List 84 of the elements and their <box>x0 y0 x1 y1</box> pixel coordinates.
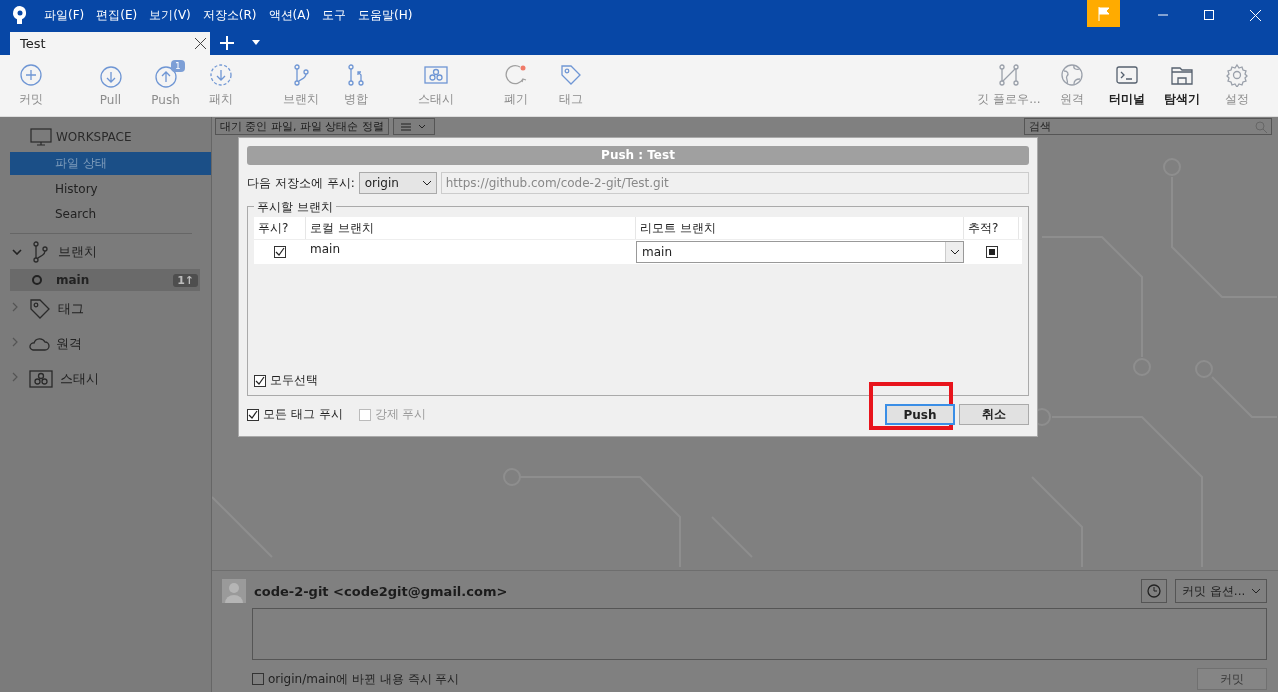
filter-dropdown[interactable]: 대기 중인 파일, 파일 상태순 정렬 <box>215 118 389 135</box>
track-checkbox[interactable] <box>985 246 998 258</box>
patch-icon <box>208 63 233 87</box>
checkbox[interactable] <box>252 673 264 685</box>
sidebar-section[interactable]: 브랜치 <box>58 242 97 261</box>
upload-icon <box>153 64 178 89</box>
toolbar-button[interactable]: 설정 <box>1209 55 1264 116</box>
sidebar-section[interactable]: 원격 <box>56 334 82 353</box>
toolbar-button[interactable]: 깃 플로우... <box>974 55 1044 116</box>
sidebar-item[interactable]: History <box>10 177 211 200</box>
column-header: 리모트 브랜치 <box>636 217 964 239</box>
commit-message-field[interactable] <box>252 608 1267 660</box>
menu-item[interactable]: 파일(F) <box>44 6 85 24</box>
menu-item[interactable]: 액션(A) <box>268 6 311 24</box>
history-button[interactable] <box>1141 579 1167 603</box>
dialog-title: Push : Test <box>247 146 1029 165</box>
clock-icon <box>1147 584 1161 598</box>
toolbar-button[interactable]: 폐기 <box>488 55 543 116</box>
toolbar-button[interactable]: 터미널 <box>1099 55 1154 116</box>
tab[interactable]: Test <box>10 32 210 55</box>
count-badge: 1 <box>171 60 185 72</box>
add-tab-icon[interactable] <box>220 35 234 50</box>
toolbar-button[interactable]: 병합 <box>328 55 383 116</box>
commit-options-dropdown[interactable]: 커밋 옵션... <box>1175 579 1267 603</box>
checkbox-label: 강제 푸시 <box>374 406 427 423</box>
search-field[interactable]: 검색 <box>1024 118 1272 135</box>
toolbar-button[interactable]: 커밋 <box>3 55 58 116</box>
section-header: WORKSPACE <box>56 130 132 144</box>
sidebar-item[interactable]: Search <box>10 202 211 225</box>
toolbar-button[interactable]: Pull <box>83 55 138 116</box>
url-field: https://github.com/code-2-git/Test.git <box>440 172 1029 194</box>
discard-icon <box>503 63 528 87</box>
toolbar-button[interactable]: 패치 <box>193 55 248 116</box>
caret-icon <box>950 249 959 255</box>
cancel-button[interactable]: 취소 <box>959 404 1029 425</box>
column-header: 푸시? <box>254 217 306 239</box>
caret-icon <box>422 180 431 186</box>
checkbox[interactable] <box>254 374 266 387</box>
download-icon <box>98 64 123 89</box>
toolbar-button[interactable]: 태그 <box>543 55 598 116</box>
menu-item[interactable]: 보기(V) <box>149 6 191 24</box>
remote-branch-dropdown[interactable]: main <box>636 241 964 263</box>
tag-icon <box>28 296 52 321</box>
maximize-icon[interactable] <box>1204 10 1214 20</box>
dropdown-icon[interactable] <box>252 40 260 45</box>
flow-icon <box>997 63 1021 87</box>
settings-icon <box>1224 63 1249 87</box>
toolbar-button[interactable]: 스태시 <box>408 55 463 116</box>
avatar <box>222 579 246 603</box>
field-label: 다음 저장소에 푸시: <box>247 174 355 192</box>
sidebar-section[interactable]: 태그 <box>58 299 84 318</box>
caret-icon <box>1252 588 1260 594</box>
author-label: code-2-git <code2git@gmail.com> <box>254 583 508 599</box>
menu-item[interactable]: 도구 <box>322 6 347 24</box>
checkbox[interactable] <box>274 246 286 258</box>
group-label: 푸시할 브랜치 <box>254 199 336 216</box>
stash-icon <box>422 63 449 87</box>
column-header: 추적? <box>964 217 1019 239</box>
checkbox[interactable] <box>247 408 259 421</box>
toolbar-button[interactable]: 탐색기 <box>1154 55 1209 116</box>
remote-dropdown[interactable]: origin <box>358 172 437 194</box>
commit-button[interactable]: 커밋 <box>1197 668 1267 690</box>
tag-icon <box>558 63 583 87</box>
sidebar-item[interactable]: 파일 상태 <box>10 152 211 175</box>
menu-item[interactable]: 저장소(R) <box>202 6 257 24</box>
toolbar-button[interactable]: 1 Push <box>138 55 193 116</box>
globe-icon <box>1059 63 1084 87</box>
close-icon[interactable] <box>195 38 206 49</box>
search-icon <box>1255 121 1267 133</box>
table-cell-text: main <box>309 241 341 256</box>
column-header: 로컬 브랜치 <box>306 217 636 239</box>
sidebar-section[interactable]: 스태시 <box>60 369 99 388</box>
branch-item[interactable]: main 1↑ <box>10 269 200 291</box>
plus-icon <box>18 63 43 87</box>
toolbar-button[interactable]: 브랜치 <box>273 55 328 116</box>
push-button[interactable]: Push <box>885 404 955 425</box>
menu-item[interactable]: 편집(E) <box>96 6 138 24</box>
checkbox-label: origin/main에 바뀐 내용 즉시 푸시 <box>268 670 460 688</box>
toolbar-button[interactable]: 원격 <box>1044 55 1099 116</box>
monitor-icon <box>30 128 52 146</box>
checkbox-label: 모든 태그 푸시 <box>263 406 343 423</box>
checkbox-label: 모두선택 <box>270 372 318 389</box>
terminal-icon <box>1114 63 1139 87</box>
menu-item[interactable]: 도움말(H) <box>358 6 413 24</box>
